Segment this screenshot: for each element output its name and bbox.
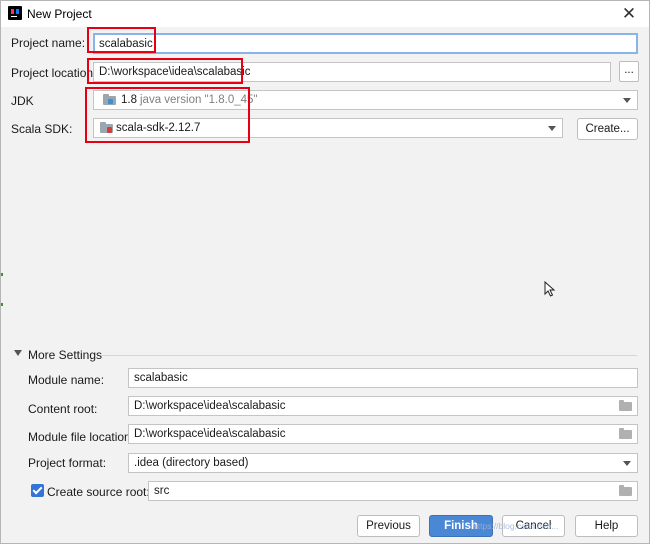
content-root-value: D:\workspace\idea\scalabasic [134,400,286,412]
source-root-value: src [154,485,170,497]
more-settings-title[interactable]: More Settings [28,348,102,362]
intellij-idea-icon [8,6,22,20]
scala-sdk-select[interactable]: scala-sdk-2.12.7 [93,118,563,138]
scala-sdk-icon [100,122,113,133]
mouse-pointer-icon [544,281,556,297]
module-name-input[interactable]: scalabasic [128,368,638,388]
folder-icon[interactable] [619,428,632,439]
edge-mark [1,273,3,276]
project-location-value: D:\workspace\idea\scalabasic [99,66,251,78]
previous-button[interactable]: Previous [357,515,420,537]
jdk-version: 1.8 [121,94,137,106]
content-root-input[interactable]: D:\workspace\idea\scalabasic [128,396,638,416]
module-file-location-input[interactable]: D:\workspace\idea\scalabasic [128,424,638,444]
project-location-label: Project location: [11,66,97,80]
watermark: https://blog.csdn.net/... [473,521,559,531]
jdk-select[interactable]: 1.8 java version "1.8.0_45" [93,90,638,110]
chevron-down-icon [548,126,556,131]
content-root-label: Content root: [28,402,98,416]
project-format-select[interactable]: .idea (directory based) [128,453,638,473]
window-title: New Project [27,7,92,21]
jdk-folder-icon [103,94,116,105]
folder-icon[interactable] [619,400,632,411]
jdk-label: JDK [11,94,34,108]
module-file-location-value: D:\workspace\idea\scalabasic [134,428,286,440]
chevron-down-icon[interactable] [14,350,22,356]
folder-icon[interactable] [619,485,632,496]
scala-sdk-label: Scala SDK: [11,122,73,136]
browse-location-button[interactable]: ... [619,61,639,82]
module-name-label: Module name: [28,373,105,387]
project-name-value: scalabasic [99,38,153,50]
create-sdk-button[interactable]: Create... [577,118,638,140]
scala-sdk-value: scala-sdk-2.12.7 [116,122,201,134]
project-name-label: Project name: [11,36,86,50]
module-name-value: scalabasic [134,372,188,384]
create-source-root-checkbox[interactable] [31,484,44,497]
text-caret [153,37,155,49]
section-divider [101,355,637,356]
help-button[interactable]: Help [575,515,638,537]
module-file-location-label: Module file location: [28,430,135,444]
new-project-dialog: New Project ✕ Project name: scalabasic P… [0,0,650,544]
project-name-input[interactable]: scalabasic [93,33,638,54]
chevron-down-icon [623,98,631,103]
project-format-value: .idea (directory based) [134,457,249,469]
project-location-input[interactable]: D:\workspace\idea\scalabasic [93,62,611,82]
jdk-detail: java version "1.8.0_45" [140,94,258,106]
create-source-root-label[interactable]: Create source root: [47,485,150,499]
chevron-down-icon [623,461,631,466]
project-format-label: Project format: [28,456,107,470]
close-button[interactable]: ✕ [619,4,639,24]
dialog-content: Project name: scalabasic Project locatio… [1,27,649,543]
edge-mark [1,303,3,306]
source-root-input[interactable]: src [148,481,638,501]
title-bar: New Project ✕ [1,1,649,27]
